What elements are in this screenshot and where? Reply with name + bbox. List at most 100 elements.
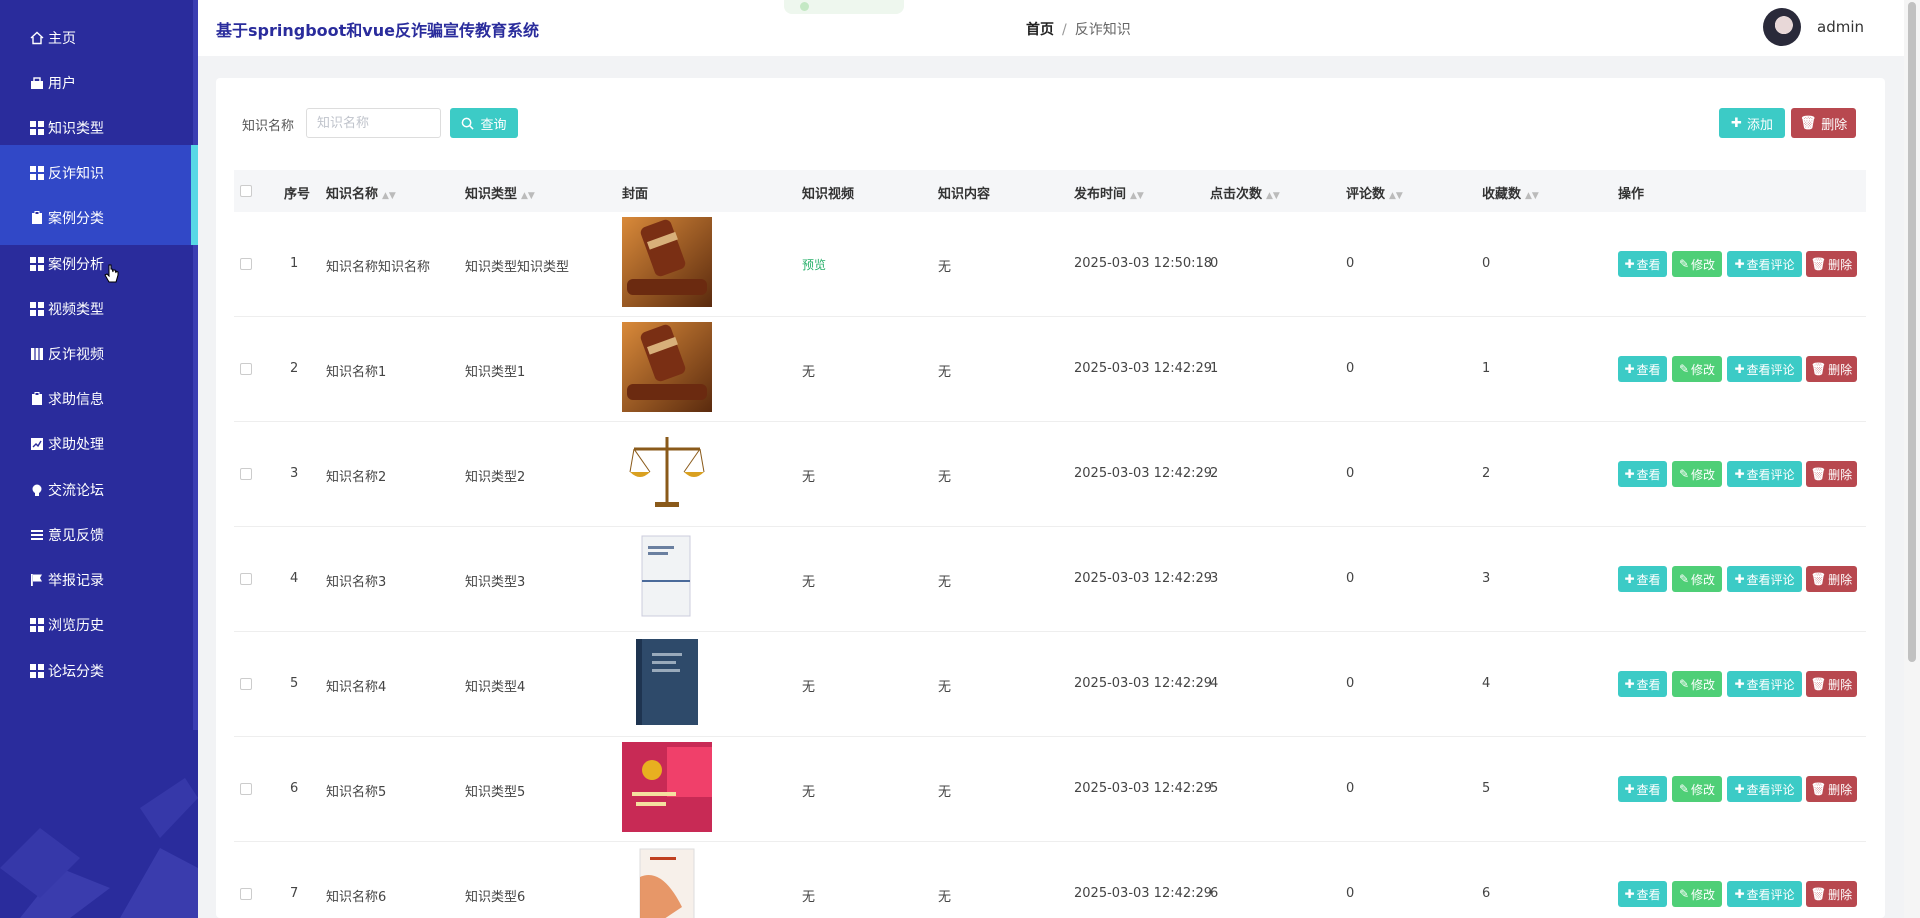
sort-icon[interactable]: ▲▼ [382, 191, 396, 201]
view-button[interactable]: ✚ 查看 [1618, 776, 1667, 802]
row-checkbox[interactable] [240, 363, 252, 375]
cover-image[interactable] [622, 532, 712, 622]
view-button[interactable]: ✚ 查看 [1618, 461, 1667, 487]
sort-icon[interactable]: ▲▼ [1389, 191, 1403, 201]
delete-button[interactable]: 🗑 删除 [1806, 776, 1857, 802]
sidebar-item-label: 反诈视频 [48, 346, 104, 363]
select-all-checkbox[interactable] [240, 185, 252, 197]
row-name: 知识名称知识名称 [326, 260, 431, 275]
row-checkbox[interactable] [240, 573, 252, 585]
th-time-label: 发布时间 [1074, 187, 1127, 202]
edit-button[interactable]: ✎ 修改 [1672, 671, 1722, 697]
user-icon [30, 76, 44, 90]
view-comments-label: 查看评论 [1746, 782, 1795, 797]
plus-icon: ✚ [1734, 362, 1745, 376]
view-button[interactable]: ✚ 查看 [1618, 356, 1667, 382]
view-button[interactable]: ✚ 查看 [1618, 251, 1667, 277]
row-index: 1 [290, 256, 299, 271]
edit-button[interactable]: ✎ 修改 [1672, 251, 1722, 277]
view-comments-button[interactable]: ✚ 查看评论 [1727, 461, 1802, 487]
row-checkbox[interactable] [240, 258, 252, 270]
view-comments-button[interactable]: ✚ 查看评论 [1727, 881, 1802, 907]
row-comments: 0 [1346, 886, 1355, 901]
cover-image[interactable] [622, 322, 712, 412]
search-icon [462, 117, 475, 130]
view-comments-button[interactable]: ✚ 查看评论 [1727, 356, 1802, 382]
username[interactable]: admin [1817, 18, 1864, 36]
search-input[interactable] [306, 108, 441, 138]
breadcrumb-home[interactable]: 首页 [1026, 22, 1054, 38]
add-button[interactable]: ✚ 添加 [1719, 108, 1785, 138]
row-checkbox[interactable] [240, 783, 252, 795]
sidebar-item-label: 知识类型 [48, 120, 104, 137]
edit-button[interactable]: ✎ 修改 [1672, 776, 1722, 802]
th-favorites-label: 收藏数 [1482, 187, 1522, 202]
row-time: 2025-03-03 12:42:29 [1074, 571, 1213, 586]
sidebar-item-label: 主页 [48, 30, 76, 47]
view-label: 查看 [1636, 887, 1661, 902]
plus-icon: ✚ [1624, 887, 1635, 901]
table-row: 5 知识名称4 知识类型4 无 2025-03-03 12:42:29 4 0 4 无 ✚ 查看 ✎ 修… [234, 632, 1866, 737]
th-time[interactable]: 发布时间 ▲▼ [1074, 183, 1144, 202]
delete-button[interactable]: 🗑 删除 [1806, 881, 1857, 907]
book-icon [30, 347, 44, 361]
row-content: 无 [938, 680, 952, 695]
page-scrollbar[interactable] [1904, 0, 1920, 918]
cover-image[interactable] [622, 637, 712, 727]
sort-icon[interactable]: ▲▼ [1266, 191, 1280, 201]
cover-image[interactable] [622, 742, 712, 832]
th-name[interactable]: 知识名称 ▲▼ [326, 183, 396, 202]
cover-image[interactable] [622, 217, 712, 307]
view-comments-button[interactable]: ✚ 查看评论 [1727, 251, 1802, 277]
batch-delete-button[interactable]: 🗑 删除 [1791, 108, 1856, 138]
delete-button[interactable]: 🗑 删除 [1806, 566, 1857, 592]
sidebar-item-forum-category[interactable]: 论坛分类 [0, 643, 198, 698]
th-favorites[interactable]: 收藏数 ▲▼ [1482, 183, 1539, 202]
user-menu[interactable]: admin [1763, 8, 1864, 46]
video-preview-link[interactable]: 预览 [802, 256, 826, 273]
edit-label: 修改 [1691, 467, 1716, 482]
row-video: 无 [802, 680, 816, 695]
delete-button[interactable]: 🗑 删除 [1806, 461, 1857, 487]
delete-label: 删除 [1828, 467, 1853, 482]
cover-image[interactable] [622, 427, 712, 517]
row-checkbox[interactable] [240, 468, 252, 480]
edit-button[interactable]: ✎ 修改 [1672, 356, 1722, 382]
view-button[interactable]: ✚ 查看 [1618, 881, 1667, 907]
table-row: 3 知识名称2 知识类型2 无 2025-03-03 12:42:29 2 0 2 无 ✚ 查看 ✎ 修… [234, 422, 1866, 527]
plus-icon: ✚ [1734, 677, 1745, 691]
row-time: 2025-03-03 12:42:29 [1074, 886, 1213, 901]
trash-icon: 🗑 [1810, 467, 1827, 481]
grid-icon [30, 663, 44, 678]
row-favorites: 6 [1482, 886, 1491, 901]
edit-icon: ✎ [1678, 572, 1690, 586]
sort-icon[interactable]: ▲▼ [1130, 191, 1144, 201]
delete-button[interactable]: 🗑 删除 [1806, 251, 1857, 277]
th-comments[interactable]: 评论数 ▲▼ [1346, 183, 1403, 202]
view-button[interactable]: ✚ 查看 [1618, 566, 1667, 592]
row-video: 无 [802, 575, 816, 590]
row-name: 知识名称5 [326, 785, 387, 800]
row-checkbox[interactable] [240, 678, 252, 690]
edit-button[interactable]: ✎ 修改 [1672, 461, 1722, 487]
th-clicks[interactable]: 点击次数 ▲▼ [1210, 183, 1280, 202]
page-scrollbar-thumb[interactable] [1908, 2, 1916, 662]
sort-icon[interactable]: ▲▼ [521, 191, 535, 201]
cover-image[interactable] [622, 847, 712, 918]
row-name: 知识名称4 [326, 680, 387, 695]
view-comments-button[interactable]: ✚ 查看评论 [1727, 776, 1802, 802]
edit-button[interactable]: ✎ 修改 [1672, 881, 1722, 907]
row-checkbox[interactable] [240, 888, 252, 900]
row-clicks: 6 [1210, 886, 1219, 901]
view-comments-button[interactable]: ✚ 查看评论 [1727, 566, 1802, 592]
view-button[interactable]: ✚ 查看 [1618, 671, 1667, 697]
delete-button[interactable]: 🗑 删除 [1806, 356, 1857, 382]
delete-button[interactable]: 🗑 删除 [1806, 671, 1857, 697]
edit-button[interactable]: ✎ 修改 [1672, 566, 1722, 592]
th-type[interactable]: 知识类型 ▲▼ [465, 183, 535, 202]
avatar[interactable] [1763, 8, 1801, 46]
query-button[interactable]: 查询 [450, 108, 518, 138]
sort-icon[interactable]: ▲▼ [1525, 191, 1539, 201]
row-clicks: 1 [1210, 361, 1219, 376]
view-comments-button[interactable]: ✚ 查看评论 [1727, 671, 1802, 697]
